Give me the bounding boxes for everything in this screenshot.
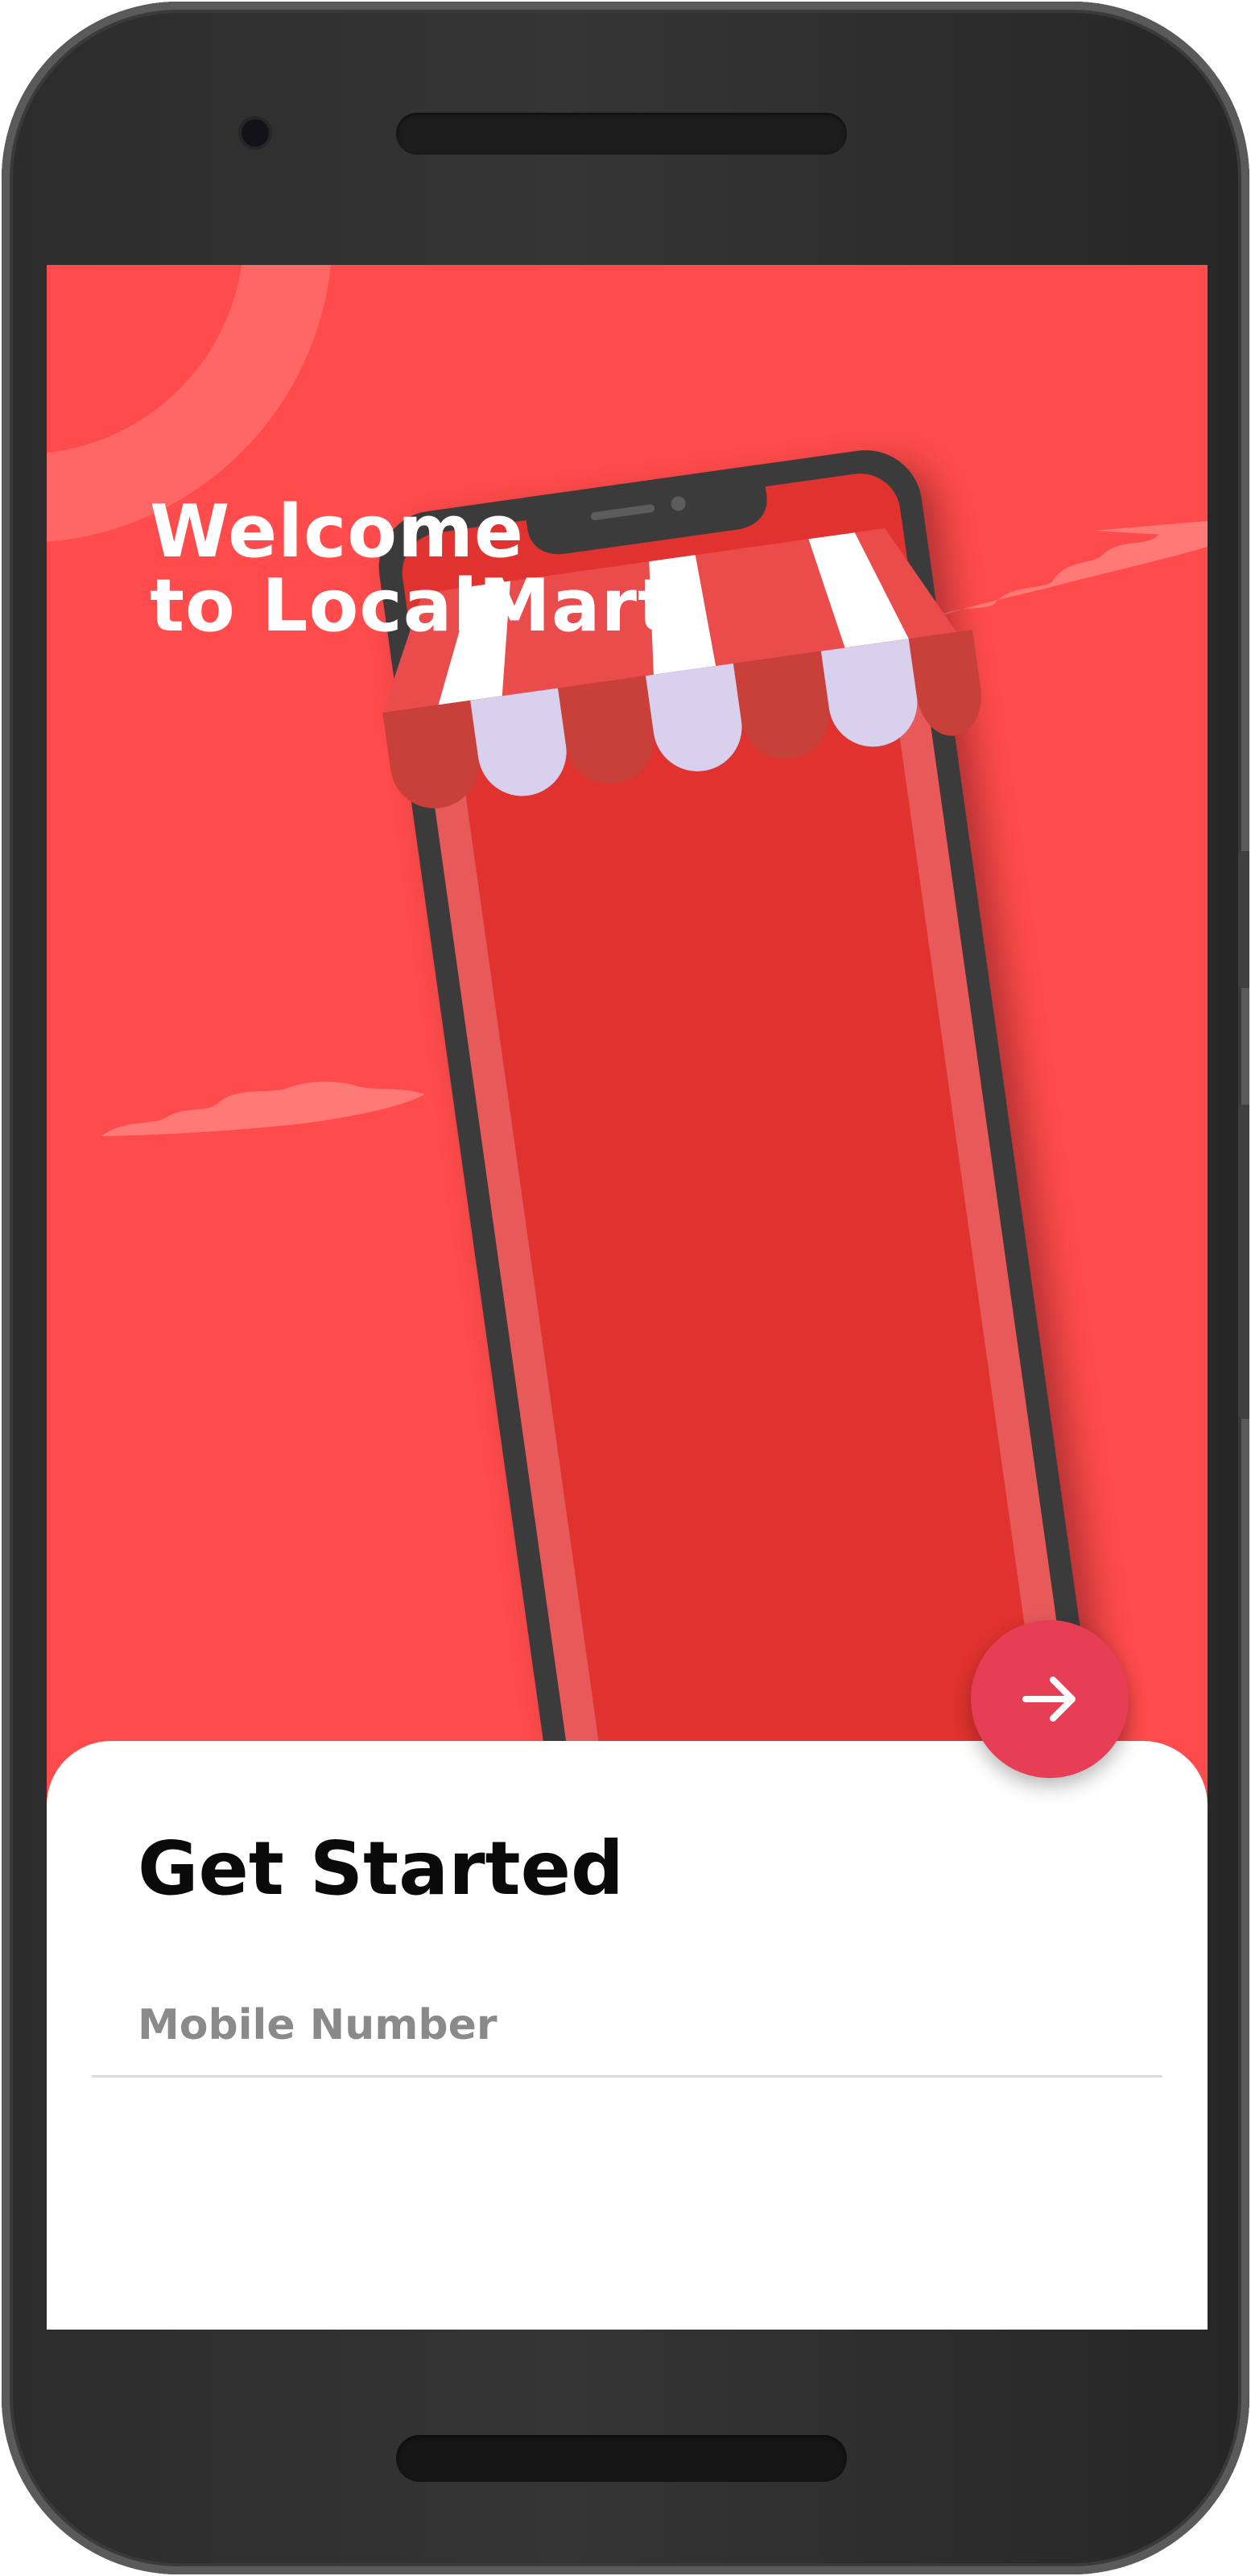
device-frame: Welcome to LocalMart Get Started — [2, 2, 1249, 2574]
earpiece-speaker — [396, 113, 847, 155]
front-camera — [242, 119, 269, 147]
welcome-line-2: to LocalMart — [150, 564, 673, 648]
app-screen: Welcome to LocalMart Get Started — [47, 265, 1208, 2330]
arrow-right-icon — [1022, 1677, 1076, 1722]
get-started-sheet: Get Started — [47, 1741, 1208, 2330]
cloud-decoration — [1093, 521, 1208, 537]
welcome-line-1: Welcome — [150, 490, 524, 574]
mobile-number-input[interactable] — [92, 1974, 1162, 2078]
get-started-title: Get Started — [138, 1826, 624, 1912]
corner-ring-decoration — [47, 265, 331, 542]
welcome-heading: Welcome to LocalMart — [150, 495, 673, 643]
cloud-decoration — [932, 527, 1208, 619]
power-button — [1238, 851, 1249, 988]
volume-button — [1238, 1105, 1249, 1419]
cloud-decoration — [101, 1081, 425, 1136]
next-button[interactable] — [971, 1620, 1129, 1778]
bottom-speaker — [396, 2435, 847, 2482]
